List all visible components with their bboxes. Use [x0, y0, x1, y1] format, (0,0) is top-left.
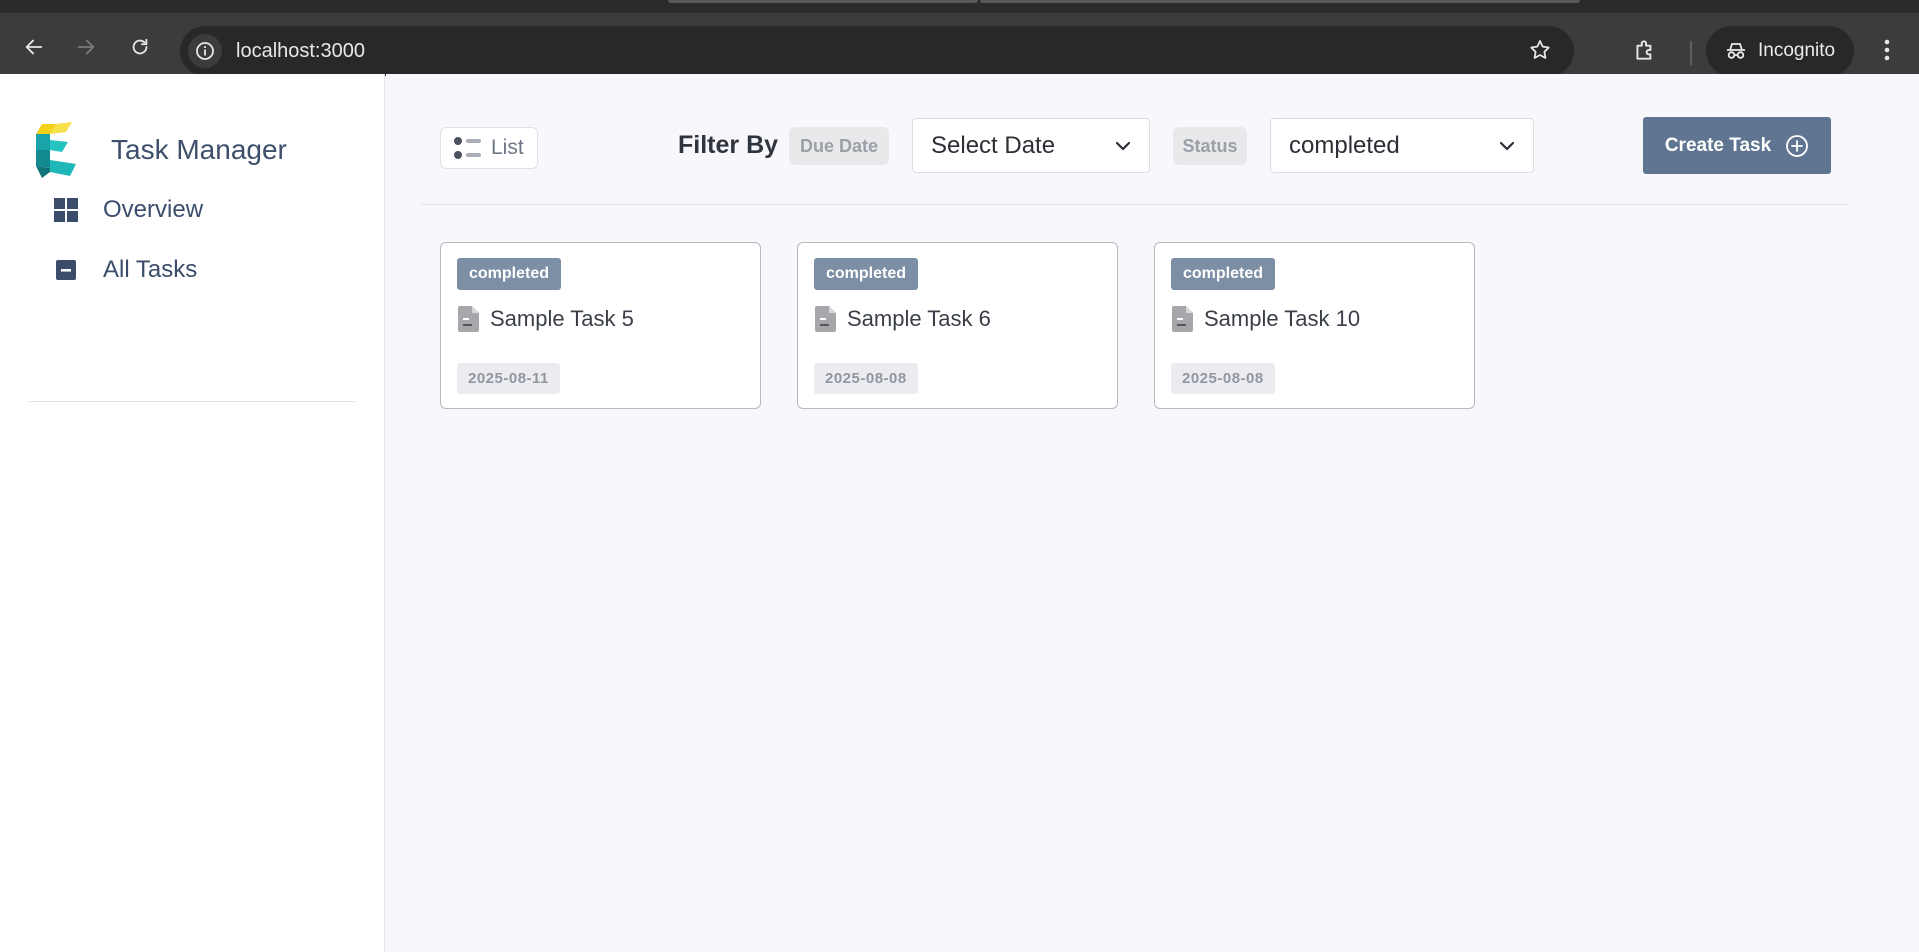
task-title-row: Sample Task 5 — [457, 305, 634, 333]
date-select-value: Select Date — [931, 131, 1056, 159]
main-content: List Filter By Due Date Select Date Stat… — [386, 74, 1919, 952]
chevron-down-icon — [1499, 141, 1515, 150]
create-task-button[interactable]: Create Task — [1643, 117, 1831, 174]
sidebar-divider — [29, 401, 355, 402]
sidebar-item-overview[interactable]: Overview — [52, 196, 203, 224]
url-text[interactable]: localhost:3000 — [236, 40, 365, 63]
create-task-label: Create Task — [1664, 134, 1772, 156]
browser-menu-icon[interactable] — [1876, 37, 1898, 68]
filter-label: Filter By — [678, 131, 779, 159]
task-title-row: Sample Task 10 — [1171, 305, 1360, 333]
back-button[interactable] — [14, 27, 54, 67]
reload-button[interactable] — [120, 27, 160, 67]
document-icon — [458, 306, 479, 332]
bookmark-star-icon[interactable] — [1528, 38, 1552, 67]
due-date-badge: 2025-08-11 — [457, 363, 560, 394]
sidebar-item-label: All Tasks — [103, 256, 198, 283]
view-toggle-label: List — [491, 136, 524, 159]
toolbar-separator — [1690, 41, 1692, 65]
due-date-chip[interactable]: Due Date — [789, 127, 889, 165]
status-select[interactable]: completed — [1270, 118, 1534, 173]
task-card[interactable]: completed Sample Task 10 2025-08-08 — [1154, 242, 1475, 409]
forward-button[interactable] — [66, 27, 106, 67]
status-select-value: completed — [1289, 131, 1400, 159]
toolbar-divider — [421, 204, 1847, 205]
task-title: Sample Task 6 — [847, 306, 991, 331]
minus-square-icon — [52, 256, 80, 284]
chevron-down-icon — [1115, 141, 1131, 150]
view-toggle-button[interactable]: List — [440, 127, 538, 169]
incognito-indicator[interactable]: Incognito — [1706, 26, 1854, 76]
reload-icon — [132, 38, 148, 55]
incognito-label: Incognito — [1758, 40, 1836, 61]
app-logo-icon — [36, 122, 76, 178]
grid-icon — [52, 196, 80, 224]
tab-strip — [0, 0, 1919, 13]
arrow-left-icon — [25, 39, 43, 55]
browser-nav-bar: localhost:3000 Incognito — [0, 13, 1919, 76]
address-bar[interactable]: localhost:3000 — [180, 26, 1574, 76]
status-badge: completed — [1171, 258, 1276, 290]
due-date-badge: 2025-08-08 — [814, 363, 918, 394]
task-title-row: Sample Task 6 — [814, 305, 991, 333]
task-title: Sample Task 5 — [490, 306, 634, 331]
extensions-icon[interactable] — [1632, 37, 1658, 68]
sidebar: Task Manager Overview All Tasks — [0, 74, 385, 952]
browser-toolbar: localhost:3000 Incognito — [0, 0, 1919, 76]
task-title: Sample Task 10 — [1204, 306, 1361, 331]
document-icon — [815, 306, 836, 332]
incognito-icon — [1727, 43, 1745, 59]
plus-circle-icon — [1786, 134, 1809, 157]
task-card[interactable]: completed Sample Task 6 2025-08-08 — [797, 242, 1118, 409]
status-badge: completed — [457, 258, 562, 290]
date-select[interactable]: Select Date — [912, 118, 1150, 173]
app-name: Task Manager — [111, 134, 287, 165]
task-card[interactable]: completed Sample Task 5 2025-08-11 — [440, 242, 761, 409]
brand[interactable]: Task Manager — [34, 120, 287, 180]
due-date-badge: 2025-08-08 — [1171, 363, 1275, 394]
status-badge: completed — [814, 258, 919, 290]
site-info-icon[interactable] — [188, 34, 222, 68]
arrow-right-icon — [77, 39, 95, 55]
list-view-icon — [454, 137, 481, 159]
sidebar-item-label: Overview — [103, 196, 204, 223]
sidebar-item-all-tasks[interactable]: All Tasks — [52, 256, 197, 284]
status-chip[interactable]: Status — [1173, 127, 1247, 165]
document-icon — [1172, 306, 1193, 332]
